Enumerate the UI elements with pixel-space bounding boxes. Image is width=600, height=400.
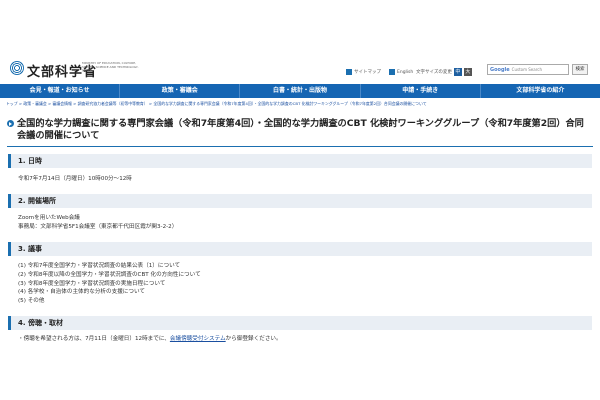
font-size-label: 文字サイズの変更 (416, 70, 452, 75)
search-placeholder: Custom Search (511, 67, 543, 72)
google-logo: Google (490, 66, 510, 73)
agenda-item-3: (3) 令和8年度全国学力・学習状況調査の実施日程について (18, 280, 166, 287)
search-button[interactable]: 検索 (572, 64, 588, 75)
search-input[interactable]: Google Custom Search (487, 64, 569, 75)
font-size-large-button[interactable]: 大 (463, 68, 472, 76)
datetime-text: 令和7年7月14日（月曜日）10時00分～12時 (18, 176, 132, 182)
english-link[interactable]: English (389, 67, 413, 77)
nav-item-about[interactable]: 文部科学省の紹介 (481, 84, 600, 98)
title-divider (7, 146, 593, 147)
bullet-arrow-icon (7, 120, 14, 127)
section-heading-datetime: 1. 日時 (8, 154, 592, 168)
observation-prefix: ・傍聴を希望される方は、7月11日（金曜日）12時までに、 (18, 336, 170, 342)
agenda-item-1: (1) 令和7年度全国学力・学習状況調査の結果公表（1）について (18, 263, 181, 269)
font-size-control: 文字サイズの変更 中 大 (416, 67, 472, 77)
observation-registration-link[interactable]: 会議傍聴受付システム (170, 336, 226, 342)
global-nav: 会見・報道・お知らせ 政策・審議会 白書・統計・出版物 申請・手続き 文部科学省… (0, 84, 600, 98)
site-header: 文部科学省 MINISTRY OF EDUCATION, CULTURE, SP… (0, 0, 600, 84)
agenda-item-5: (5) その他 (18, 298, 45, 305)
venue-line-2: 事務局：文部科学省5F1会議室（東京都千代田区霞が関3-2-2） (18, 223, 178, 230)
observation-text: ・傍聴を希望される方は、7月11日（金曜日）12時までに、会議傍聴受付システムか… (18, 335, 588, 344)
page-title: 全国的な学力調査に関する専門家会議（令和7年度第4回）・全国的な学力調査のCBT… (17, 118, 584, 141)
english-label: English (397, 69, 414, 75)
section-heading-agenda: 3. 議事 (8, 242, 592, 256)
venue-line-1: Zoomを用いたWeb会議 (18, 215, 80, 221)
nav-item-applications[interactable]: 申請・手続き (361, 84, 481, 98)
arrow-icon (346, 69, 352, 75)
section-heading-observation: 4. 傍聴・取材 (8, 316, 592, 330)
site-logo-subtitle: MINISTRY OF EDUCATION, CULTURE, SPORTS, … (82, 61, 139, 73)
nav-item-publications[interactable]: 白書・統計・出版物 (240, 84, 361, 98)
sitemap-label: サイトマップ (354, 70, 381, 75)
arrow-icon (389, 69, 395, 75)
observation-suffix: から御登録ください。 (225, 336, 282, 342)
breadcrumb: トップ > 政策・審議会 > 審議会情報 > 調査研究協力者会議等（初等中等教育… (6, 101, 596, 109)
nav-item-policy[interactable]: 政策・審議会 (120, 84, 241, 98)
agenda-item-4: (4) 各学校・自治体の主体的な分析の支援について (18, 289, 146, 296)
mext-logo-icon[interactable] (10, 61, 24, 75)
breadcrumb-trail[interactable]: 審議会情報 > 調査研究協力者会議等（初等中等教育） > 全国的な学力調査に関す… (52, 101, 426, 106)
breadcrumb-prefix[interactable]: トップ > 政策・審議会 > (6, 101, 52, 106)
nav-item-press[interactable]: 会見・報道・お知らせ (0, 84, 121, 98)
page-title-block: 全国的な学力調査に関する専門家会議（令和7年度第4回）・全国的な学力調査のCBT… (7, 118, 593, 142)
sitemap-link[interactable]: サイトマップ (346, 67, 381, 77)
agenda-item-2: (2) 令和8年度以降の全国学力・学習状況調査のCBT 化の方向性について (18, 271, 201, 278)
section-heading-venue: 2. 開催場所 (8, 194, 592, 208)
font-size-medium-button[interactable]: 中 (453, 68, 462, 76)
